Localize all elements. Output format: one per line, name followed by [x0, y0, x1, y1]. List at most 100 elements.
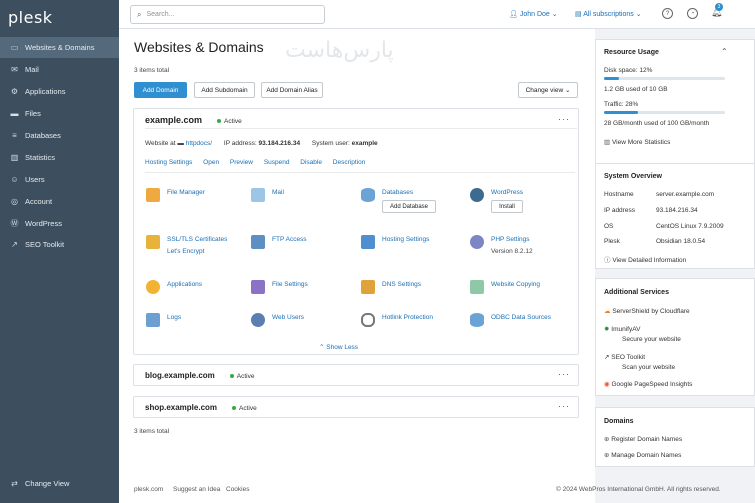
tool-label: DNS Settings	[382, 281, 422, 288]
tool-website-copying[interactable]: Website Copying	[470, 280, 540, 294]
seo-toolkit-link[interactable]: ↗ SEO Toolkit	[604, 353, 645, 361]
view-detailed-info-link[interactable]: ⓘ View Detailed Information	[604, 254, 686, 264]
sidebar-item-websites-domains[interactable]: ▭ Websites & Domains	[0, 37, 119, 58]
link-label: SEO Toolkit	[611, 354, 646, 361]
os-key: OS	[604, 223, 614, 230]
sidebar-item-label: Account	[25, 197, 53, 206]
sidebar-item-mail[interactable]: ✉ Mail	[0, 59, 119, 80]
plesk-value: Obsidian 18.0.54	[656, 238, 706, 245]
disk-label: Disk space: 12%	[604, 67, 653, 74]
domain-name[interactable]: example.com	[145, 115, 202, 125]
sidebar-item-account[interactable]: ◎ Account	[0, 191, 119, 212]
sidebar-item-seo-toolkit[interactable]: ↗ SEO Toolkit	[0, 234, 119, 255]
link-label: Register Domain Names	[611, 436, 683, 443]
add-subdomain-button[interactable]: Add Subdomain	[194, 82, 255, 98]
more-options-icon[interactable]: ···	[558, 369, 570, 379]
subscriptions-menu[interactable]: ▤ All subscriptions ⌄	[575, 10, 642, 18]
open-link[interactable]: Open	[203, 159, 219, 166]
disable-link[interactable]: Disable	[300, 159, 322, 166]
website-at-link[interactable]: httpdocs/	[186, 140, 212, 147]
right-panel: Resource Usage ⌃ Disk space: 12% 1.2 GB …	[595, 29, 755, 503]
search-placeholder: Search...	[146, 11, 175, 18]
seo-chart-icon: ↗	[11, 240, 18, 249]
change-view-label: Change view	[525, 86, 564, 94]
change-view-button[interactable]: Change view ⌄	[518, 82, 578, 98]
tool-web-users[interactable]: Web Users	[251, 313, 304, 327]
tool-logs[interactable]: Logs	[146, 313, 181, 327]
domains-card: Domains ⊕ Register Domain Names ⊕ Manage…	[595, 407, 755, 467]
domain-name[interactable]: blog.example.com	[145, 371, 215, 380]
footer-link-plesk[interactable]: plesk.com	[134, 486, 163, 493]
swap-icon: ⇄	[11, 479, 18, 488]
view-more-statistics-link[interactable]: ▥ View More Statistics	[604, 138, 670, 146]
more-options-icon[interactable]: ···	[558, 114, 570, 124]
imunify-link[interactable]: ✹ ImunifyAV	[604, 325, 640, 333]
add-domain-alias-button[interactable]: Add Domain Alias	[261, 82, 323, 98]
plesk-logo[interactable]: plesk	[8, 8, 53, 27]
resource-usage-title: Resource Usage	[604, 49, 659, 56]
databases-link[interactable]: Databases	[382, 188, 436, 197]
tool-mail[interactable]: Mail	[251, 188, 284, 202]
copyright: © 2024 WebPros International GmbH. All r…	[556, 486, 721, 493]
show-less-link[interactable]: ⌃ Show Less	[319, 343, 358, 351]
database-icon: ≡	[12, 131, 17, 140]
description-link[interactable]: Description	[333, 159, 366, 166]
sidebar-item-wordpress[interactable]: Ⓦ WordPress	[0, 213, 119, 234]
tool-odbc[interactable]: ODBC Data Sources	[470, 313, 551, 327]
chevron-up-icon[interactable]: ⌃	[721, 47, 728, 56]
tool-ssl: SSL/TLS Certificates Let's Encrypt	[146, 235, 227, 256]
help-icon[interactable]: ?	[662, 8, 673, 19]
sidebar-item-files[interactable]: ▬ Files	[0, 103, 119, 124]
logs-icon	[146, 313, 160, 327]
tool-file-settings[interactable]: File Settings	[251, 280, 308, 294]
add-domain-button[interactable]: Add Domain	[134, 82, 187, 98]
system-overview-card: System Overview Hostname server.example.…	[595, 163, 755, 269]
tool-databases: Databases Add Database	[361, 188, 436, 213]
register-domains-link[interactable]: ⊕ Register Domain Names	[604, 435, 682, 443]
main-content: پارس‌هاست Websites & Domains 3 items tot…	[119, 29, 595, 503]
lets-encrypt-link[interactable]: Let's Encrypt	[167, 247, 227, 256]
sidebar-item-applications[interactable]: ⚙ Applications	[0, 81, 119, 102]
wordpress-link[interactable]: WordPress	[491, 188, 523, 197]
settings-icon[interactable]: ◔	[687, 8, 698, 19]
ssl-link[interactable]: SSL/TLS Certificates	[167, 235, 227, 244]
tool-file-manager[interactable]: File Manager	[146, 188, 205, 202]
monitor-icon: ▭	[10, 43, 19, 52]
footer-link-cookies[interactable]: Cookies	[226, 486, 249, 493]
manage-domains-link[interactable]: ⊕ Manage Domain Names	[604, 451, 681, 459]
disk-detail: 1.2 GB used of 10 GB	[604, 86, 668, 93]
user-menu[interactable]: 👤︎ John Doe ⌄	[509, 10, 558, 18]
sidebar-item-users[interactable]: ☺ Users	[0, 169, 119, 190]
tool-dns-settings[interactable]: DNS Settings	[361, 280, 421, 294]
page-title: Websites & Domains	[134, 39, 264, 55]
sidebar-item-databases[interactable]: ≡ Databases	[0, 125, 119, 146]
php-version: Version 8.2.12	[491, 248, 533, 255]
footer-link-suggest[interactable]: Suggest an Idea	[173, 486, 220, 493]
more-options-icon[interactable]: ···	[558, 401, 570, 411]
hosting-settings-link[interactable]: Hosting Settings	[145, 159, 192, 166]
chart-icon: ▥	[604, 139, 612, 146]
change-view-link[interactable]: ⇄ Change View	[0, 473, 119, 494]
tool-applications[interactable]: Applications	[146, 280, 202, 294]
install-button[interactable]: Install	[491, 200, 523, 213]
sidebar-item-statistics[interactable]: ▥ Statistics	[0, 147, 119, 168]
servershield-link[interactable]: ☁ ServerShield by Cloudflare	[604, 307, 690, 315]
tool-hosting-settings[interactable]: Hosting Settings	[361, 235, 429, 249]
status-text: Active	[236, 373, 255, 380]
preview-link[interactable]: Preview	[230, 159, 253, 166]
domain-name[interactable]: shop.example.com	[145, 403, 217, 412]
tool-ftp[interactable]: FTP Access	[251, 235, 307, 249]
add-database-button[interactable]: Add Database	[382, 200, 436, 213]
tool-hotlink-protection[interactable]: Hotlink Protection	[361, 313, 433, 327]
items-total: 3 items total	[134, 67, 170, 74]
chevron-down-icon: ⌄	[633, 11, 642, 18]
status-text: Active	[238, 405, 257, 412]
sidebar-item-label: WordPress	[25, 219, 62, 228]
active-dot-icon	[216, 119, 221, 124]
search-input[interactable]: ⌕ Search...	[130, 5, 325, 24]
tool-label: Logs	[167, 314, 182, 321]
pagespeed-link[interactable]: ◉ Google PageSpeed Insights	[604, 380, 692, 388]
php-settings-link[interactable]: PHP Settings	[491, 235, 533, 244]
suspend-link[interactable]: Suspend	[264, 159, 290, 166]
link-label: ImunifyAV	[611, 326, 641, 333]
